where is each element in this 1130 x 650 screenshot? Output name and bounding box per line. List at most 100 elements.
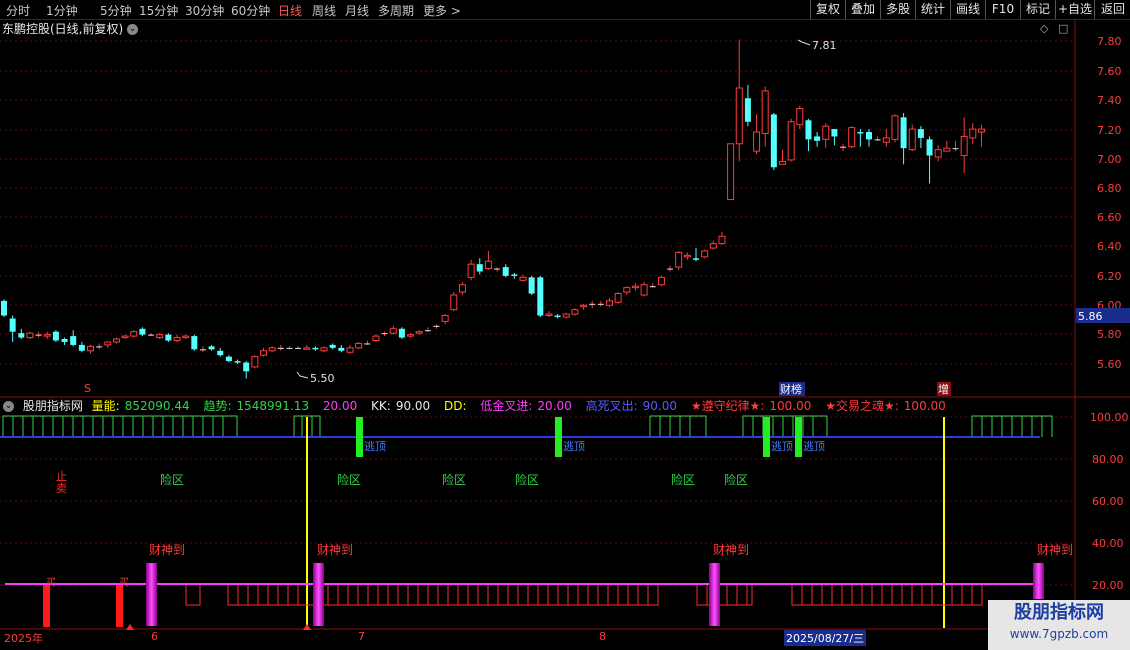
candle: [312, 346, 319, 351]
period-tab-6[interactable]: 60分钟: [231, 2, 270, 19]
candle: [458, 281, 466, 295]
indicator-item: 量能: 852090.44: [91, 399, 190, 413]
candle: [744, 85, 751, 127]
indicator-item: ★遵守纪律★: 100.00: [690, 399, 812, 413]
candle: [112, 337, 120, 344]
tag-caibang[interactable]: 财榜: [780, 382, 802, 396]
buy-bars: [43, 585, 123, 627]
toolbar-button-9[interactable]: 返回: [1094, 0, 1130, 19]
svg-text:20.00: 20.00: [1092, 579, 1124, 592]
period-tab-7[interactable]: 日线: [278, 2, 302, 19]
candle: [433, 324, 440, 329]
svg-text:财神到: 财神到: [1037, 543, 1073, 557]
toolbar-button-5[interactable]: 画线: [950, 0, 985, 19]
diamond-icon[interactable]: ◇: [1040, 22, 1048, 35]
candle: [822, 123, 830, 149]
candle: [268, 346, 276, 353]
candle: [701, 249, 709, 259]
stock-chart[interactable]: 7.80 7.60 7.40 7.20 7.00 6.80 6.60 6.40 …: [0, 20, 1130, 632]
chart-corner-icons: ◇ □: [1040, 22, 1068, 35]
toolbar-button-3[interactable]: 多股: [880, 0, 915, 19]
candle: [511, 272, 518, 279]
indicator-name[interactable]: 股朋指标网: [23, 399, 83, 413]
date-tick: 7: [358, 630, 365, 643]
toolbar-button-7[interactable]: 标记: [1020, 0, 1055, 19]
price-tick: 5.60: [1097, 358, 1122, 371]
candle: [952, 140, 959, 152]
candle: [908, 124, 916, 152]
candle: [657, 275, 665, 287]
toolbar-button-4[interactable]: 统计: [915, 0, 950, 19]
candle: [866, 129, 872, 147]
low-annotation: 5.50: [296, 371, 335, 385]
chevron-down-icon[interactable]: ⌄: [127, 24, 139, 35]
period-tab-2[interactable]: 1分钟: [46, 2, 78, 19]
candle: [61, 337, 68, 345]
svg-text:险区: 险区: [337, 472, 361, 487]
candle: [494, 267, 501, 272]
candle: [320, 346, 328, 353]
candle: [251, 355, 259, 369]
candle: [623, 286, 631, 295]
period-tab-4[interactable]: 15分钟: [139, 2, 178, 19]
toolbar-button-2[interactable]: 叠加: [845, 0, 880, 19]
candle: [917, 126, 924, 149]
period-tab-9[interactable]: 月线: [345, 2, 369, 19]
candle: [295, 346, 302, 350]
price-tick: 5.80: [1097, 328, 1122, 341]
candle: [528, 275, 535, 295]
current-price-label: 5.86: [1078, 310, 1103, 323]
stock-title[interactable]: 东鹏控股(日线,前复权): [2, 22, 123, 36]
candle: [926, 136, 933, 184]
period-tab-5[interactable]: 30分钟: [185, 2, 224, 19]
candle: [1, 299, 7, 318]
candle: [104, 341, 112, 348]
toolbar-button-8[interactable]: +自选: [1055, 0, 1094, 19]
toolbar-button-6[interactable]: F10: [985, 0, 1020, 19]
watermark-title: 股朋指标网: [1014, 602, 1104, 623]
price-tick: 6.40: [1097, 240, 1122, 253]
date-tick: 6: [151, 630, 158, 643]
wealth-bars: [146, 563, 1044, 626]
candle: [589, 300, 596, 309]
candle: [260, 347, 267, 357]
candle: [891, 114, 899, 143]
candle: [640, 281, 648, 297]
tag-zeng[interactable]: 增: [938, 382, 949, 396]
high-annotation: 7.81: [797, 39, 837, 52]
candle: [381, 331, 388, 337]
period-tab-11[interactable]: 更多 >: [423, 2, 461, 19]
period-tab-1[interactable]: 分时: [6, 2, 30, 19]
upper-histogram: [2, 415, 1053, 437]
period-tab-8[interactable]: 周线: [312, 2, 336, 19]
svg-text:逃顶: 逃顶: [364, 440, 386, 453]
indicator-item: 高死叉出: 90.00: [585, 399, 678, 413]
svg-text:买: 买: [119, 577, 129, 589]
candle: [675, 250, 683, 271]
top-toolbar: 分时 1分钟 5分钟 15分钟 30分钟 60分钟 日线 周线 月线 多周期 更…: [0, 0, 1130, 20]
candle: [779, 149, 786, 165]
period-tab-10[interactable]: 多周期: [378, 2, 414, 19]
candle: [364, 340, 371, 345]
candle: [372, 334, 380, 342]
candle: [9, 315, 16, 342]
period-tab-3[interactable]: 5分钟: [100, 2, 132, 19]
candle: [709, 240, 717, 250]
candle: [960, 117, 968, 174]
candle: [398, 327, 405, 340]
candle: [329, 343, 336, 350]
candle: [87, 344, 94, 354]
close-icon[interactable]: □: [1058, 22, 1068, 35]
price-tick: 6.20: [1097, 270, 1122, 283]
chevron-down-icon[interactable]: ⌄: [3, 401, 14, 412]
candle: [130, 330, 138, 338]
candle: [840, 143, 847, 152]
indicator-bar: ⌄ 股朋指标网 量能: 852090.44 趋势: 1548991.13 20.00…: [0, 397, 956, 415]
price-tick: 7.60: [1097, 65, 1122, 78]
svg-text:80.00: 80.00: [1092, 453, 1124, 466]
candle: [753, 114, 761, 155]
candle: [346, 344, 354, 354]
mark-s: S: [84, 382, 91, 395]
candle: [502, 264, 509, 278]
toolbar-button-1[interactable]: 复权: [810, 0, 845, 19]
